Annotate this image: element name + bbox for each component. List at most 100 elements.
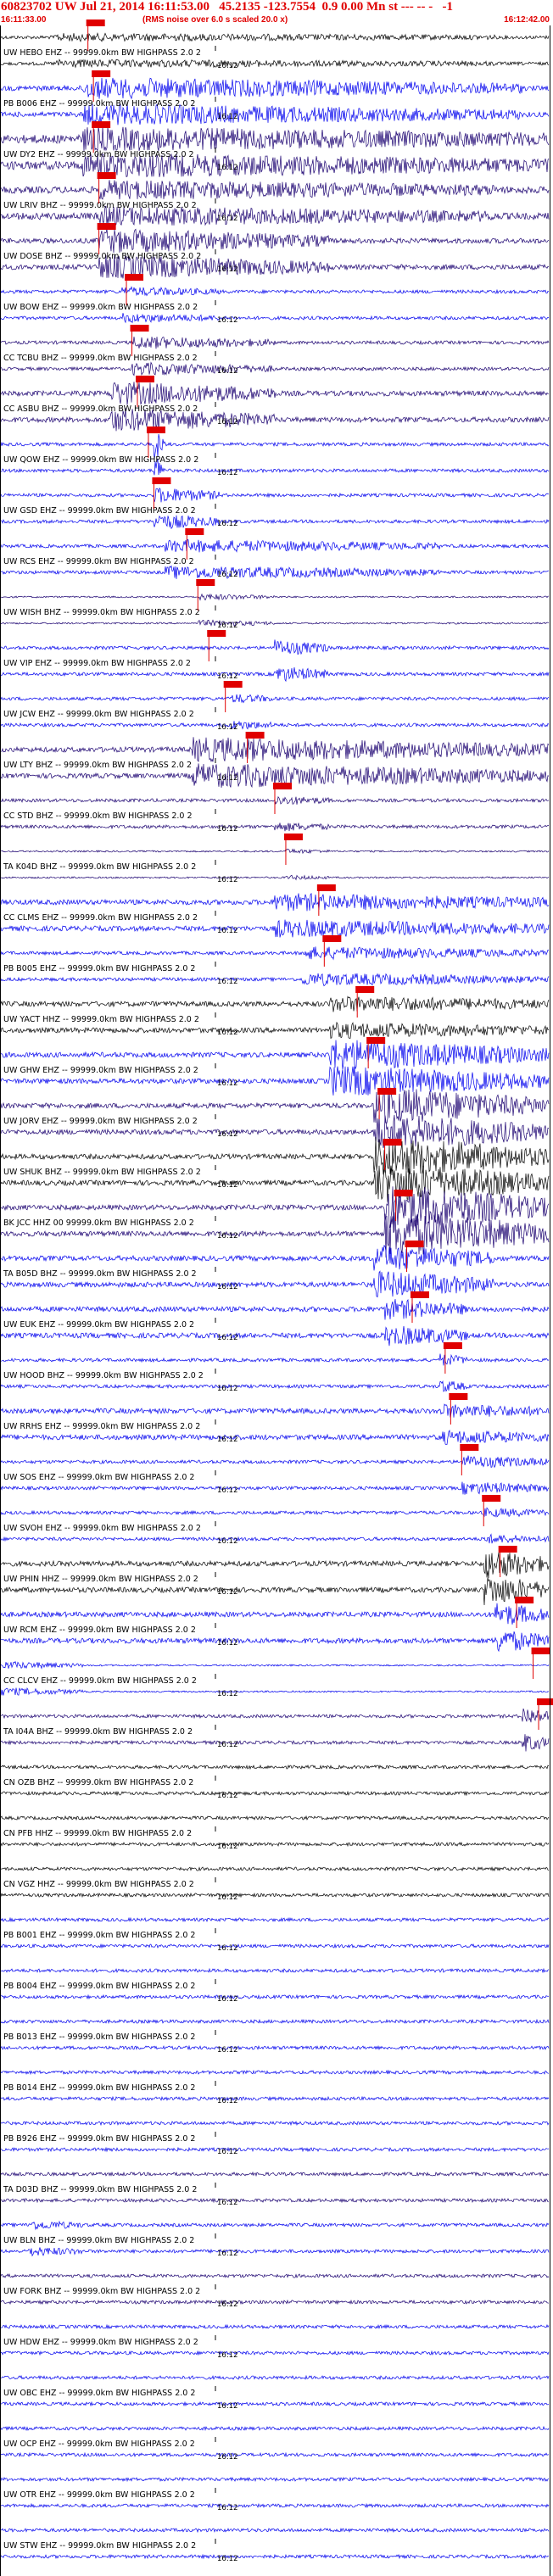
trace-row: UW GHW EHZ -- 99999.0km BW HIGHPASS 2.0 … xyxy=(0,1037,550,1096)
time-tick-label: 16:12 xyxy=(217,978,238,986)
pick-flag[interactable] xyxy=(86,20,105,26)
time-tick-label: 16:12 xyxy=(217,927,238,935)
pick-flag[interactable] xyxy=(531,1648,550,1654)
pick-flag[interactable] xyxy=(377,1088,397,1095)
pick-flag[interactable] xyxy=(146,427,165,433)
seismogram-viewer: 60823702 UW Jul 21, 2014 16:11:53.00 45.… xyxy=(0,0,553,2576)
trace-label: TA K04D BHZ -- 99999.0km BW HIGHPASS 2.0… xyxy=(3,862,196,872)
waveform xyxy=(0,995,550,1012)
trace-row: UW FORK BHZ -- 99999.0km BW HIGHPASS 2.0… xyxy=(0,2272,550,2309)
pick-flag[interactable] xyxy=(130,325,149,332)
waveform xyxy=(0,973,550,987)
trace-label: CC ASBU BHZ -- 99999.0km BW HIGHPASS 2.0… xyxy=(3,404,198,414)
waveform xyxy=(0,336,550,349)
time-tick-label: 16:12 xyxy=(217,1995,238,2004)
trace-row: UW BOW EHZ -- 99999.0km BW HIGHPASS 2.0 … xyxy=(0,274,550,325)
pick-flag[interactable] xyxy=(405,1241,424,1247)
trace-row: TA D03D BHZ -- 99999.0km BW HIGHPASS 2.0… xyxy=(0,2171,550,2207)
pick-flag[interactable] xyxy=(449,1393,468,1400)
pick-flag[interactable] xyxy=(460,1444,479,1451)
pick-flag[interactable] xyxy=(196,579,215,586)
trace-row: UW YACT HHZ -- 99999.0km BW HIGHPASS 2.0… xyxy=(0,986,550,1040)
waveform xyxy=(0,538,550,553)
time-tick-label: 16:12 xyxy=(217,215,238,223)
time-tick-label: 16:12 xyxy=(217,1181,238,1190)
trace-label: UW LTY BHZ -- 99999.0km BW HIGHPASS 2.0 … xyxy=(3,761,192,770)
trace-row: UW SOS EHZ -- 99999.0km BW HIGHPASS 2.0 … xyxy=(0,1444,550,1495)
time-tick-label: 16:12 xyxy=(217,2351,238,2360)
time-tick-label: 16:12 xyxy=(217,1741,238,1749)
waveform xyxy=(0,515,550,530)
pick-flag[interactable] xyxy=(136,376,154,382)
pick-flag[interactable] xyxy=(185,528,204,535)
trace-label: UW HOOD BHZ -- 99999.0km BW HIGHPASS 2.0… xyxy=(3,1371,204,1380)
trace-row: UW WISH BHZ -- 99999.0km BW HIGHPASS 2.0… xyxy=(0,579,550,630)
trace-label: UW YACT HHZ -- 99999.0km BW HIGHPASS 2.0… xyxy=(3,1015,199,1024)
pick-flag[interactable] xyxy=(443,1342,462,1349)
waveform xyxy=(0,667,550,683)
waveform xyxy=(0,720,550,730)
trace-label: UW EUK EHZ -- 99999.0km BW HIGHPASS 2.0 … xyxy=(3,1320,194,1330)
waveform xyxy=(0,126,550,153)
waveform xyxy=(0,874,550,881)
pick-flag[interactable] xyxy=(355,986,375,993)
waveform xyxy=(0,180,550,200)
waveform xyxy=(0,2553,550,2560)
pick-flag[interactable] xyxy=(515,1597,534,1603)
pick-flag[interactable] xyxy=(498,1546,517,1553)
trace-row: UW JCW EHZ -- 99999.0km BW HIGHPASS 2.0 … xyxy=(0,681,550,732)
waveform xyxy=(0,892,550,912)
waveform xyxy=(0,1403,550,1418)
pick-flag[interactable] xyxy=(411,1291,429,1298)
pick-flag[interactable] xyxy=(316,884,336,891)
waveform xyxy=(0,2220,550,2231)
trace-row: UW LTY BHZ -- 99999.0km BW HIGHPASS 2.0 … xyxy=(0,732,550,789)
waveform xyxy=(0,737,550,762)
waveform xyxy=(0,1660,550,1670)
trace-label: UW SOS EHZ -- 99999.0km BW HIGHPASS 2.0 … xyxy=(3,1473,194,1482)
pick-flag[interactable] xyxy=(482,1495,501,1502)
time-tick-label: 16:12 xyxy=(217,622,238,630)
waveform xyxy=(0,946,549,961)
pick-flag[interactable] xyxy=(394,1190,413,1196)
trace-label: CC STD BHZ -- 99999.0km BW HIGHPASS 2.0 … xyxy=(3,811,193,821)
pick-flag[interactable] xyxy=(366,1037,386,1044)
pick-flag[interactable] xyxy=(273,783,292,789)
time-tick-label: 16:12 xyxy=(217,316,238,325)
trace-label: CC CLCV EHZ -- 99999.0km BW HIGHPASS 2.0… xyxy=(3,1676,197,1686)
pick-flag[interactable] xyxy=(92,121,111,128)
pick-flag[interactable] xyxy=(207,630,226,637)
trace-row: UW GSD EHZ -- 99999.0km BW HIGHPASS 2.0 … xyxy=(0,477,550,530)
trace-row: TA K04D BHZ -- 99999.0km BW HIGHPASS 2.0… xyxy=(0,834,550,884)
pick-flag[interactable] xyxy=(223,681,243,688)
pick-flag[interactable] xyxy=(322,935,342,942)
trace-row: UW SVOH EHZ -- 99999.0km BW HIGHPASS 2.0… xyxy=(0,1495,550,1546)
time-tick-label: 16:12 xyxy=(217,2199,238,2207)
trace-label: CC TCBU BHZ -- 99999.0km BW HIGHPASS 2.0… xyxy=(3,354,198,363)
trace-row: UW OTR EHZ -- 99999.0km BW HIGHPASS 2.0 … xyxy=(0,2476,550,2512)
pick-flag[interactable] xyxy=(152,477,171,484)
pick-flag[interactable] xyxy=(537,1698,553,1705)
pick-flag[interactable] xyxy=(97,172,116,179)
trace-label: TA D03D BHZ -- 99999.0km BW HIGHPASS 2.0… xyxy=(3,2185,197,2194)
time-tick-label: 16:12 xyxy=(217,825,238,834)
time-tick-label: 16:12 xyxy=(217,2300,238,2309)
time-tick-label: 16:12 xyxy=(217,2148,238,2156)
trace-row: UW HOOD BHZ -- 99999.0km BW HIGHPASS 2.0… xyxy=(0,1342,550,1393)
waveform xyxy=(0,2272,550,2278)
trace-label: UW LRIV BHZ -- 99999.0km BW HIGHPASS 2.0… xyxy=(3,201,197,210)
pick-flag[interactable] xyxy=(283,834,303,840)
waveform xyxy=(1,1993,550,2000)
pick-flag[interactable] xyxy=(97,223,116,230)
pick-flag[interactable] xyxy=(245,732,265,739)
trace-label: CN PFB HHZ -- 99999.0km BW HIGHPASS 2.0 … xyxy=(3,1829,192,1838)
pick-flag[interactable] xyxy=(92,70,111,77)
waveform xyxy=(0,2018,550,2025)
waveform xyxy=(0,59,550,69)
pick-flag[interactable] xyxy=(125,274,144,281)
time-tick-label: 16:12 xyxy=(217,1130,238,1139)
waveform xyxy=(0,2451,550,2458)
waveform xyxy=(0,1430,550,1446)
pick-flag[interactable] xyxy=(383,1139,402,1146)
waveform xyxy=(0,361,550,376)
